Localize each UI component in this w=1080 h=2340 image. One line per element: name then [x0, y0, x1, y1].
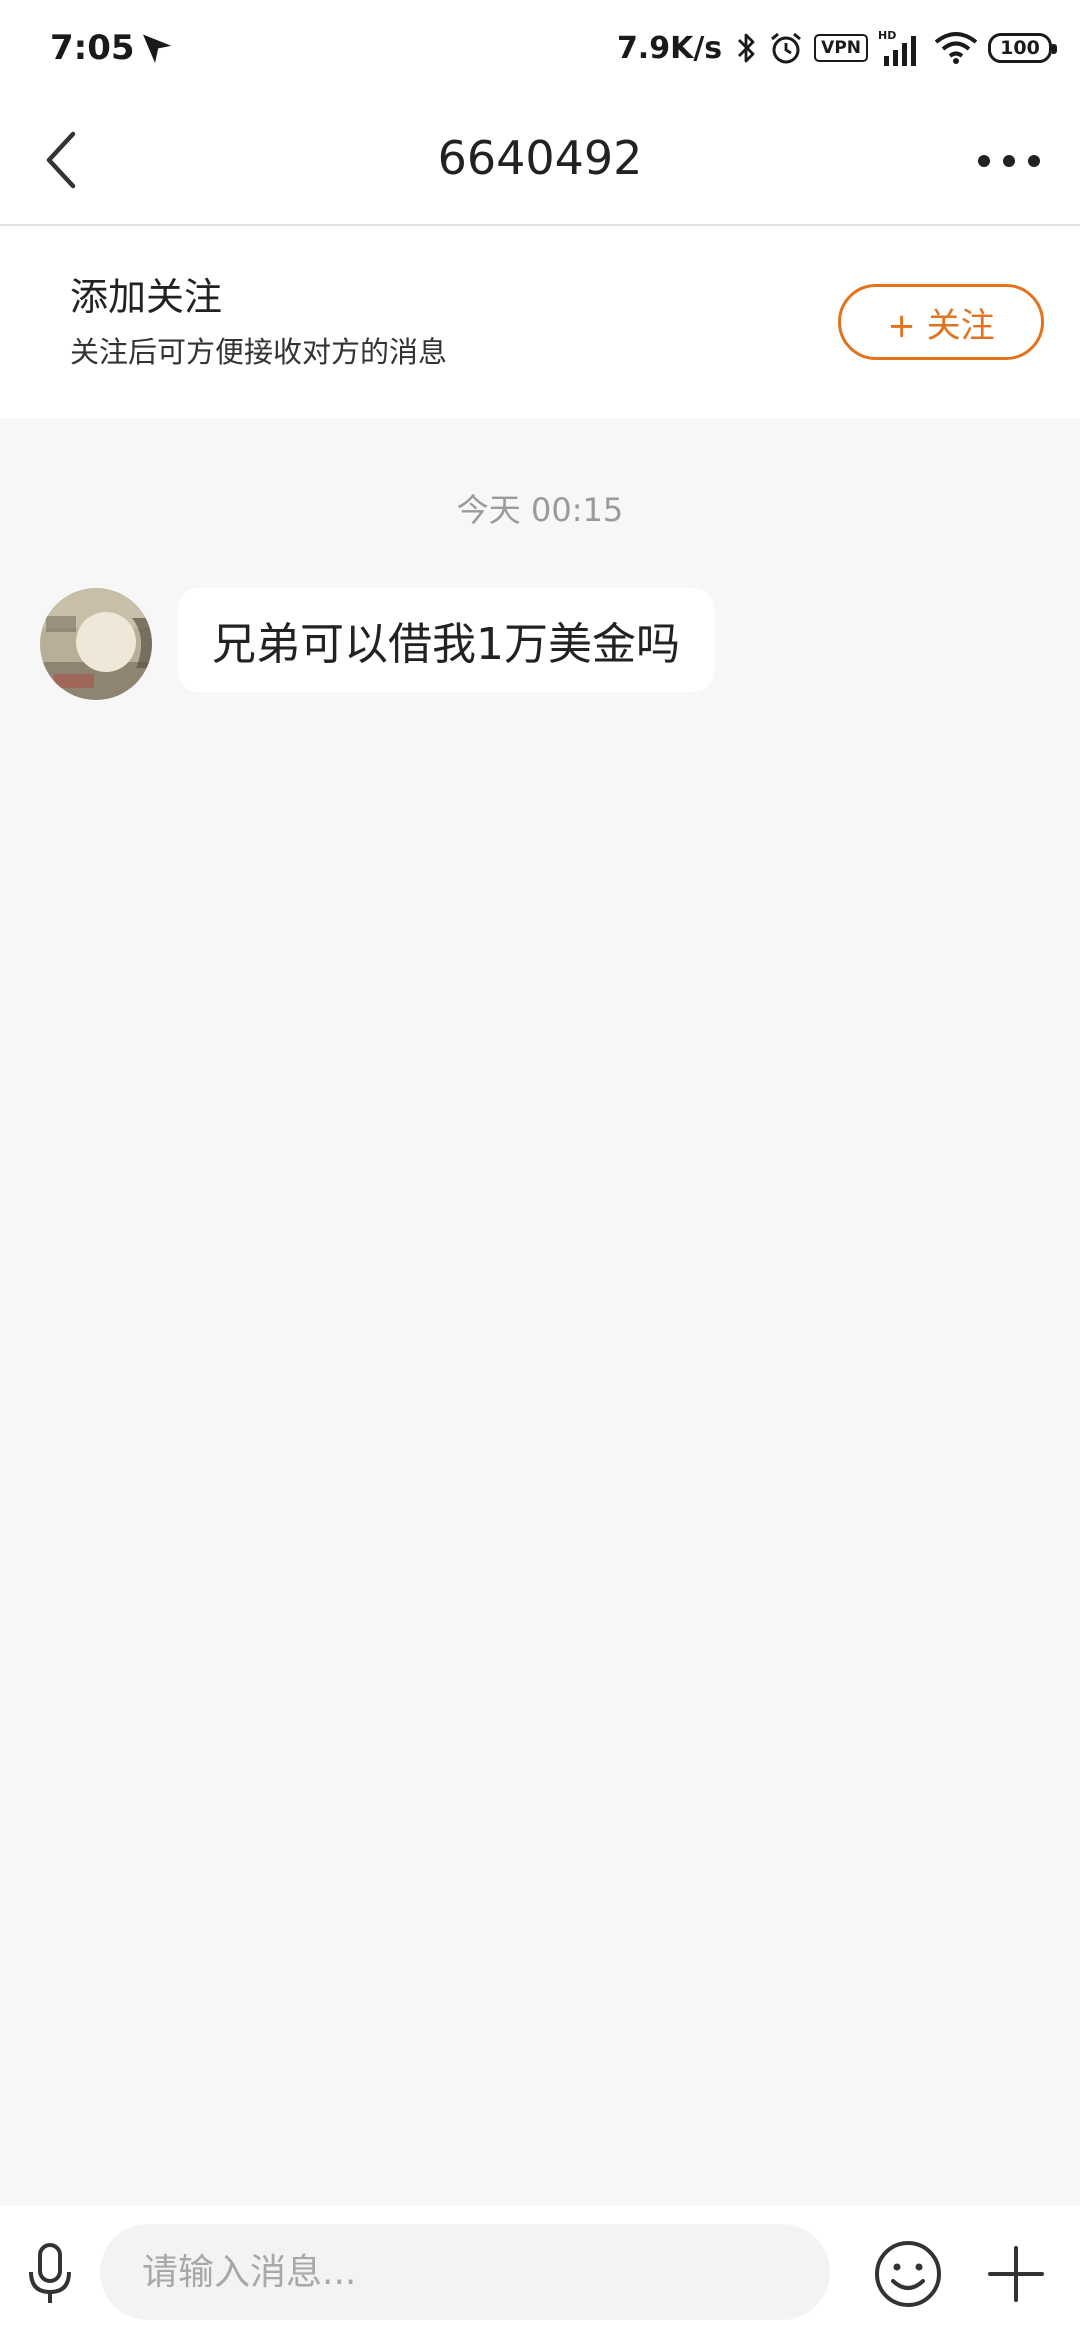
emoji-icon: [875, 2241, 941, 2307]
chat-area[interactable]: 今天 00:15 兄弟可以借我1万美金吗: [0, 418, 1080, 2206]
more-button[interactable]: [964, 126, 1054, 196]
status-time: 7:05: [50, 28, 135, 68]
bluetooth-icon: [738, 33, 755, 63]
chat-screen: 7:05 7.9K/s VPN HD 100 6640492 添加关注 关注后可…: [0, 0, 1080, 2340]
status-bar: 7:05 7.9K/s VPN HD 100: [0, 0, 1080, 96]
signal-icon: HD: [878, 29, 916, 66]
follow-subtitle: 关注后可方便接收对方的消息: [70, 335, 448, 369]
input-bar: [0, 2206, 1080, 2340]
avatar-image: [40, 588, 152, 700]
message-row: 兄弟可以借我1万美金吗: [40, 588, 714, 700]
message-bubble[interactable]: 兄弟可以借我1万美金吗: [178, 588, 714, 692]
voice-button[interactable]: [18, 2234, 82, 2314]
net-speed: 7.9K/s: [616, 30, 723, 66]
avatar[interactable]: [40, 588, 152, 700]
battery-icon: 100: [988, 33, 1057, 63]
vpn-icon: VPN: [814, 34, 868, 62]
more-icon-dot: [1028, 155, 1040, 167]
follow-banner: 添加关注 关注后可方便接收对方的消息 + 关注: [0, 226, 1080, 418]
status-icons: 7.9K/s VPN HD 100: [616, 22, 1057, 74]
more-icon: [978, 155, 990, 167]
nav-bar: 6640492: [0, 96, 1080, 226]
svg-text:HD: HD: [878, 29, 896, 42]
more-icon-dot: [1003, 155, 1015, 167]
wifi-icon: [934, 32, 978, 64]
microphone-icon: [29, 2243, 71, 2303]
follow-button[interactable]: + 关注: [838, 284, 1044, 360]
chat-timestamp: 今天 00:15: [456, 491, 624, 529]
plus-icon: [988, 2246, 1044, 2302]
send-icon: [143, 34, 174, 63]
page-title: 6640492: [437, 131, 643, 185]
emoji-button[interactable]: [870, 2236, 946, 2312]
more-actions-button[interactable]: [978, 2236, 1054, 2312]
follow-title: 添加关注: [70, 275, 223, 319]
message-input[interactable]: [100, 2224, 830, 2320]
alarm-icon: [771, 32, 802, 64]
